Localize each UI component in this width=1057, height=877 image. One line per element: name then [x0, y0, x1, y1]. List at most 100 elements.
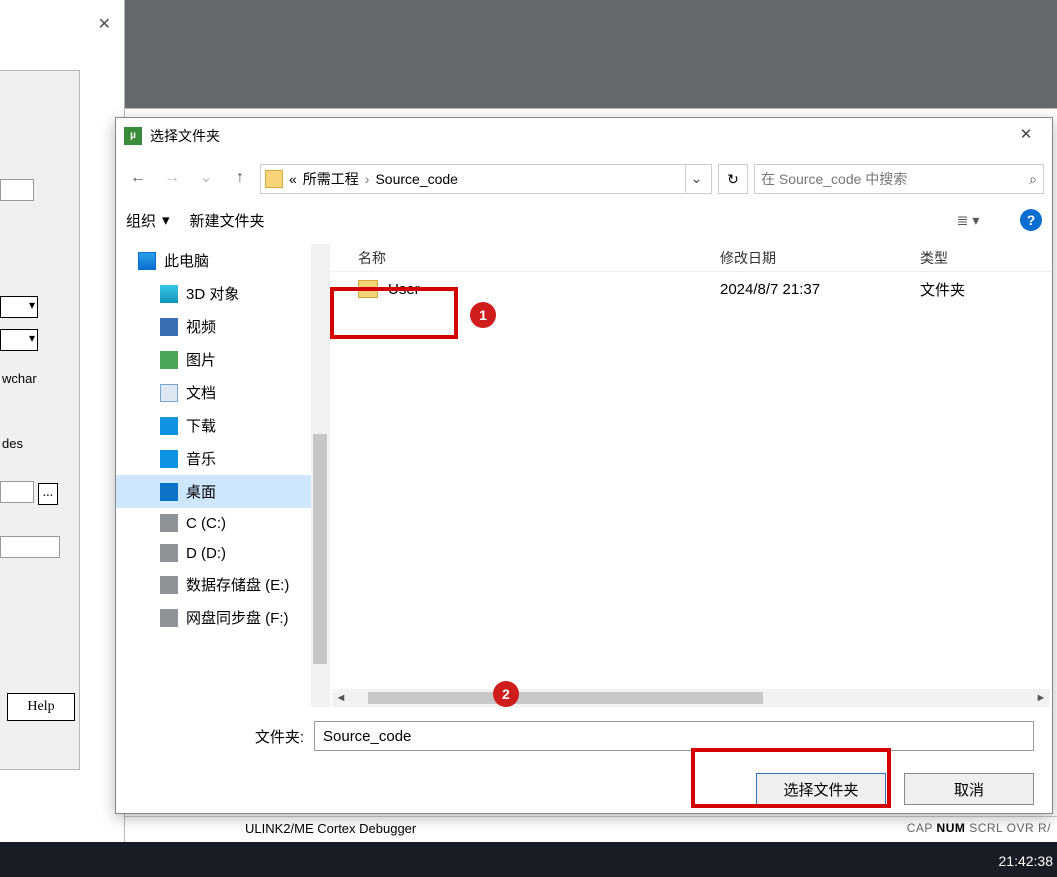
app-icon: µ — [124, 127, 142, 145]
taskbar-clock: 21:42:38 — [999, 853, 1054, 869]
col-name-header[interactable]: 名称 — [330, 248, 720, 268]
tree-item-icon — [160, 318, 178, 336]
tree-item-label: 图片 — [186, 349, 216, 370]
tree-item-label: 网盘同步盘 (F:) — [186, 607, 289, 628]
dialog-titlebar[interactable]: µ 选择文件夹 ✕ — [116, 118, 1052, 154]
tree-scroll-thumb[interactable] — [313, 434, 327, 664]
nav-back-button[interactable]: ← — [124, 165, 152, 193]
tree-item[interactable]: 网盘同步盘 (F:) — [116, 601, 329, 634]
taskbar: 21:42:38 — [0, 842, 1057, 877]
file-row[interactable]: User 2024/8/7 21:37文件夹 — [330, 272, 1052, 306]
tree-item[interactable]: 文档 — [116, 376, 329, 409]
file-date: 2024/8/7 21:37 — [720, 281, 920, 298]
tree-item-label: 数据存储盘 (E:) — [186, 574, 289, 595]
refresh-button[interactable]: ↻ — [718, 164, 748, 194]
new-folder-button[interactable]: 新建文件夹 — [190, 210, 265, 231]
tree-item[interactable]: 3D 对象 — [116, 277, 329, 310]
dialog-bottom: 文件夹: 选择文件夹 取消 — [116, 707, 1052, 813]
tree-item[interactable]: 下载 — [116, 409, 329, 442]
folder-picker-dialog: µ 选择文件夹 ✕ ← → ⌄ ↑ « 所需工程 › Source_code ⌄… — [115, 117, 1053, 814]
bg-label-des: des — [0, 436, 79, 451]
background-options-panel: wchar des ... Help — [0, 70, 80, 770]
file-list: 名称 修改日期 类型 User2024/8/7 21:37文件夹 1 ◄ 2 ► — [330, 244, 1052, 707]
search-icon: ⌕ — [1029, 171, 1037, 188]
tree-item-icon — [160, 351, 178, 369]
bg-label-wchar: wchar — [0, 371, 79, 386]
hscroll-right[interactable]: ► — [1032, 692, 1050, 704]
view-mode-button[interactable]: ≣ ▾ — [946, 206, 990, 234]
tree-item-icon — [160, 514, 178, 532]
tree-this-pc[interactable]: 此电脑 — [116, 244, 329, 277]
nav-row: ← → ⌄ ↑ « 所需工程 › Source_code ⌄ ↻ 在 Sourc… — [116, 160, 1052, 198]
file-type: 文件夹 — [920, 279, 1000, 300]
folder-name-input[interactable] — [314, 721, 1034, 751]
tree-item-label: 音乐 — [186, 448, 216, 469]
file-list-hscroll[interactable]: ◄ 2 ► — [332, 689, 1050, 707]
bg-input-2[interactable] — [0, 481, 34, 503]
bg-input-1[interactable] — [0, 179, 34, 201]
tree-item-icon — [160, 576, 178, 594]
file-list-header: 名称 修改日期 类型 — [330, 244, 1052, 272]
chevron-down-icon: ▾ — [162, 211, 170, 229]
nav-tree: 此电脑 3D 对象视频图片文档下载音乐桌面 C (C:) D (D:) 数据存储盘 (… — [116, 244, 330, 707]
col-type-header[interactable]: 类型 — [920, 248, 1000, 268]
tree-item-label: D (D:) — [186, 545, 226, 562]
search-placeholder: 在 Source_code 中搜索 — [761, 169, 907, 189]
chevron-down-icon: ▾ — [972, 212, 979, 229]
tree-scrollbar[interactable] — [311, 244, 329, 707]
breadcrumb-sep: › — [365, 171, 370, 187]
bg-combo-2[interactable] — [0, 329, 38, 351]
breadcrumb-prefix: « — [289, 171, 297, 187]
address-bar[interactable]: « 所需工程 › Source_code ⌄ — [260, 164, 712, 194]
hscroll-thumb[interactable] — [368, 692, 763, 704]
tree-item[interactable]: 音乐 — [116, 442, 329, 475]
dialog-body: 此电脑 3D 对象视频图片文档下载音乐桌面 C (C:) D (D:) 数据存储盘 (… — [116, 244, 1052, 707]
cancel-button[interactable]: 取消 — [904, 773, 1034, 805]
dialog-close-button[interactable]: ✕ — [1004, 122, 1048, 150]
tree-item[interactable]: 桌面 — [116, 475, 329, 508]
tree-item-label: 3D 对象 — [186, 283, 239, 304]
tree-item-label: 桌面 — [186, 481, 216, 502]
dialog-title: 选择文件夹 — [150, 126, 220, 146]
folder-icon — [358, 280, 378, 298]
search-box[interactable]: 在 Source_code 中搜索 ⌕ — [754, 164, 1044, 194]
computer-icon — [138, 252, 156, 270]
bg-input-3[interactable] — [0, 536, 60, 558]
nav-forward-button[interactable]: → — [158, 165, 186, 193]
organize-button[interactable]: 组织 ▾ — [126, 210, 170, 231]
bg-combo-1[interactable] — [0, 296, 38, 318]
background-close-button[interactable]: ✕ — [98, 14, 111, 34]
bg-browse-button[interactable]: ... — [38, 483, 58, 505]
tree-item-icon — [160, 285, 178, 303]
toolbar: 组织 ▾ 新建文件夹 ≣ ▾ ? — [116, 198, 1052, 242]
tree-item-icon — [160, 483, 178, 501]
select-folder-button[interactable]: 选择文件夹 — [756, 773, 886, 805]
nav-recent-button[interactable]: ⌄ — [192, 165, 220, 193]
parent-status-bar: ULINK2/ME Cortex Debugger CAP NUM SCRL O… — [125, 816, 1057, 842]
tree-item-label: C (C:) — [186, 515, 226, 532]
breadcrumb-part-0[interactable]: 所需工程 — [303, 169, 359, 189]
tree-item[interactable]: D (D:) — [116, 538, 329, 568]
bg-help-button[interactable]: Help — [7, 693, 75, 721]
status-indicators: CAP NUM SCRL OVR R/ — [907, 821, 1051, 835]
breadcrumb-part-1[interactable]: Source_code — [375, 171, 458, 187]
tree-item[interactable]: C (C:) — [116, 508, 329, 538]
address-dropdown[interactable]: ⌄ — [685, 165, 707, 193]
file-name: User — [388, 281, 420, 298]
tree-item[interactable]: 图片 — [116, 343, 329, 376]
list-view-icon: ≣ — [957, 212, 969, 229]
col-date-header[interactable]: 修改日期 — [720, 248, 920, 268]
folder-name-label: 文件夹: — [134, 726, 304, 747]
tree-item[interactable]: 视频 — [116, 310, 329, 343]
hscroll-left[interactable]: ◄ — [332, 692, 350, 704]
folder-icon — [265, 170, 283, 188]
status-debugger-label: ULINK2/ME Cortex Debugger — [245, 821, 416, 836]
nav-up-button[interactable]: ↑ — [226, 165, 254, 193]
tree-item-label: 视频 — [186, 316, 216, 337]
tree-item-label: 下载 — [186, 415, 216, 436]
tree-item[interactable]: 数据存储盘 (E:) — [116, 568, 329, 601]
tree-item-icon — [160, 417, 178, 435]
tree-item-label: 文档 — [186, 382, 216, 403]
tree-item-icon — [160, 384, 178, 402]
help-button[interactable]: ? — [1020, 209, 1042, 231]
